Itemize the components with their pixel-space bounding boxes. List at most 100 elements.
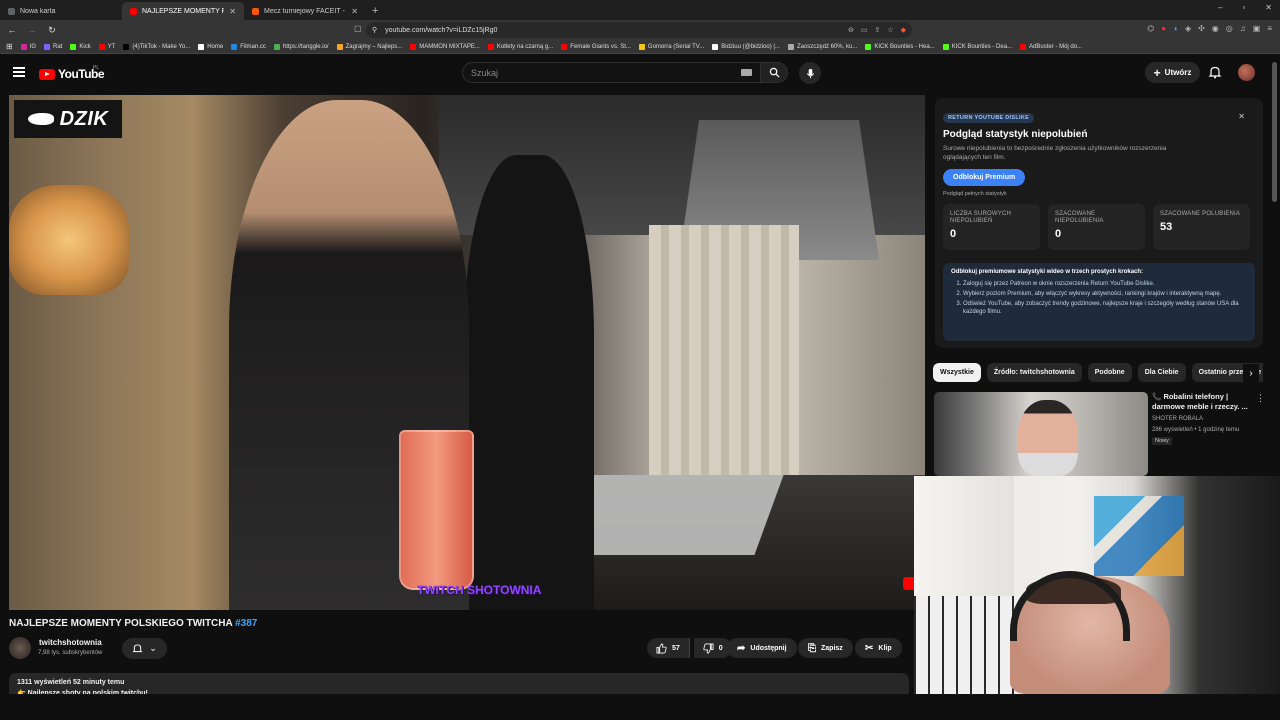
puzzle-icon[interactable]: ✣ [1198, 24, 1205, 33]
bookmark-favicon-icon [231, 43, 238, 50]
recommended-channel[interactable]: SHOTER ROBALA [1152, 416, 1203, 422]
bookmark-item[interactable]: Kotlety na czarną g... [487, 43, 553, 50]
clip-button[interactable]: ✂ Klip [855, 638, 902, 658]
site-info-icon[interactable]: ⚲ [372, 26, 377, 34]
video-hashtag-link[interactable]: #387 [235, 618, 257, 629]
bookmark-favicon-icon [638, 43, 645, 50]
video-player[interactable]: DZIK TWITCH SHOTOWNIA [9, 95, 925, 610]
reload-icon[interactable]: ↻ [46, 25, 58, 36]
bookmark-favicon-icon [336, 43, 343, 50]
page-scrollbar[interactable] [1272, 62, 1277, 202]
close-window-icon[interactable]: ✕ [1265, 3, 1272, 12]
bookmark-label: Zagrajmy – Najleps... [345, 43, 403, 50]
bookmark-item[interactable]: KICK Bounties - Dea... [942, 43, 1012, 50]
apps-grid-icon[interactable]: ⊞ [6, 42, 13, 51]
voice-search-button[interactable] [799, 62, 821, 84]
close-icon[interactable]: ✕ [1238, 112, 1245, 121]
create-button[interactable]: + Utwórz [1145, 62, 1200, 83]
keyboard-icon[interactable] [741, 69, 752, 76]
vpn-icon[interactable]: ◎ [1226, 24, 1233, 33]
browser-tab-youtube[interactable]: NAJLEPSZE MOMENTY POLSK ✕ [122, 2, 244, 20]
bookmarks-bar: ⊞ IG Rat Kick YT (4)TikTok - Make Yo... Home F… [0, 40, 1280, 54]
chip-for-you[interactable]: Dla Ciebie [1137, 363, 1186, 382]
more-options-icon[interactable]: ⋮ [1256, 393, 1265, 404]
brave-shield-icon[interactable]: ◆ [901, 26, 906, 34]
browser-tab-new[interactable]: Nowa karta [0, 2, 122, 20]
extension-icon[interactable]: ◈ [1185, 24, 1191, 33]
new-badge: Nowy [1152, 437, 1172, 445]
audio-extension-icon[interactable]: ◖ [1173, 24, 1178, 33]
chevron-down-icon: ⌄ [149, 643, 157, 653]
bookmark-item[interactable]: Home [198, 43, 223, 50]
chip-all[interactable]: Wszystkie [933, 363, 981, 382]
address-bar[interactable]: ⚲ youtube.com/watch?v=iLDZc15jRg0 ⊖ ▭ ⇪ … [366, 22, 912, 38]
extension-icon[interactable]: ⌬ [1147, 24, 1154, 33]
bookmark-item[interactable]: Zaoszczędź 60%, ku... [787, 43, 857, 50]
minimize-icon[interactable]: – [1218, 3, 1222, 12]
bookmark-item[interactable]: MAMMON MIXTAPE... [410, 43, 480, 50]
account-avatar[interactable] [1238, 64, 1255, 81]
bookmark-page-icon[interactable]: ▢ [354, 24, 362, 33]
like-button[interactable]: 57 [647, 638, 690, 658]
bookmark-favicon-icon [561, 43, 568, 50]
microphone-icon [806, 68, 814, 78]
unlock-premium-button[interactable]: Odblokuj Premium [943, 169, 1026, 186]
panel-title: Podgląd statystyk niepolubień [943, 129, 1088, 140]
forward-icon[interactable]: → [26, 25, 38, 35]
share-button[interactable]: ➦ Udostępnij [727, 638, 797, 658]
search-placeholder: Szukaj [471, 67, 499, 78]
back-icon[interactable]: ← [6, 25, 18, 35]
wallet-icon[interactable]: ▣ [1253, 24, 1261, 33]
music-icon[interactable]: ♫ [1240, 24, 1246, 33]
thumbs-down-icon [703, 643, 714, 653]
bookmark-item[interactable]: Bidziuu (@bidzioo) |... [712, 43, 780, 50]
subscription-bell-button[interactable]: ⌄ [122, 638, 167, 659]
close-tab-icon[interactable]: ✕ [351, 7, 358, 16]
chip-similar[interactable]: Podobne [1087, 363, 1132, 382]
extension-icons: ⌬ ● ◖ ◈ ✣ ◉ ◎ ♫ ▣ ≡ [1147, 24, 1272, 33]
chip-source[interactable]: Źródło: twitchshotownia [986, 363, 1082, 382]
step-item: Zaloguj się przez Patreon w oknie rozsze… [963, 280, 1247, 288]
bookmark-item[interactable]: Rat [44, 43, 62, 50]
cast-icon[interactable]: ▭ [861, 26, 868, 34]
recommended-title[interactable]: 📞 Robalini telefony | darmowe meble i rz… [1152, 392, 1252, 412]
channel-avatar[interactable] [9, 637, 31, 659]
bookmark-item[interactable]: Female Giants vs. St... [561, 43, 631, 50]
save-button[interactable]: ⎘ Zapisz [798, 638, 853, 658]
close-tab-icon[interactable]: ✕ [229, 7, 236, 16]
bookmark-icon: ⎘ [808, 642, 816, 654]
profile-icon[interactable]: ◉ [1212, 24, 1219, 33]
channel-name-link[interactable]: twitchshotownia [39, 638, 102, 647]
taskbar-strip [0, 694, 1280, 720]
bookmark-item[interactable]: https://tanggle.io/ [273, 43, 329, 50]
bookmark-item[interactable]: (4)TikTok - Make Yo... [123, 43, 191, 50]
bookmark-item[interactable]: IG [20, 43, 36, 50]
hamburger-menu-icon[interactable] [13, 67, 25, 77]
browser-tab-faceit[interactable]: Mecz turniejowy FACEIT - FACEIT.com ✕ [244, 2, 366, 20]
bookmark-label: (4)TikTok - Make Yo... [132, 43, 191, 50]
bookmark-item[interactable]: KICK Bounties - Hea... [865, 43, 935, 50]
thumbnail-person [1018, 400, 1078, 476]
search-button[interactable] [760, 62, 788, 83]
chevron-right-icon[interactable]: › [1243, 364, 1259, 382]
video-frame-blender-cup [399, 430, 474, 590]
search-input[interactable]: Szukaj [462, 62, 761, 83]
browser-menu-icon[interactable]: ≡ [1267, 24, 1272, 33]
record-extension-icon[interactable]: ● [1161, 24, 1166, 33]
youtube-header: YouTube PL Szukaj + Utwórz [0, 55, 1280, 91]
bookmark-item[interactable]: Filman.cc [231, 43, 266, 50]
bookmark-item[interactable]: Kick [70, 43, 91, 50]
bookmark-item[interactable]: AdBuster - Mój do... [1020, 43, 1082, 50]
notifications-bell-icon[interactable] [1208, 65, 1222, 79]
bookmark-item[interactable]: YT [98, 43, 115, 50]
star-icon[interactable]: ☆ [887, 26, 893, 34]
scissors-icon: ✂ [865, 642, 874, 654]
steps-header: Odblokuj premiumowe statystyki wideo w t… [951, 269, 1144, 275]
recommended-thumbnail[interactable] [934, 392, 1148, 476]
bookmark-item[interactable]: Zagrajmy – Najleps... [336, 43, 403, 50]
bookmark-item[interactable]: Gomorra (Serial TV... [638, 43, 704, 50]
new-tab-button[interactable]: + [366, 2, 384, 20]
maximize-icon[interactable]: ▫ [1242, 3, 1245, 12]
share-page-icon[interactable]: ⇪ [874, 26, 880, 34]
zoom-icon[interactable]: ⊖ [848, 26, 854, 34]
